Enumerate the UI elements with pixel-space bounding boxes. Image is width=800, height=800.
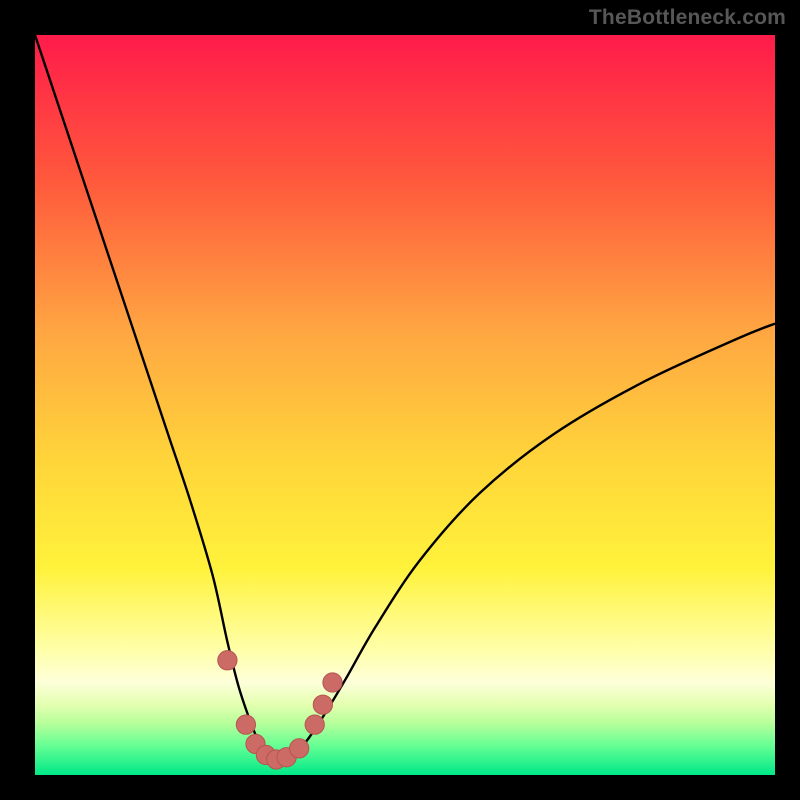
curve-marker xyxy=(236,715,255,734)
plot-area xyxy=(35,35,775,775)
curve-marker xyxy=(323,673,342,692)
plot-svg xyxy=(35,35,775,775)
curve-marker xyxy=(218,651,237,670)
watermark-text: TheBottleneck.com xyxy=(589,6,786,30)
curve-marker xyxy=(313,695,332,714)
curve-marker xyxy=(305,715,324,734)
chart-frame: TheBottleneck.com xyxy=(0,0,800,800)
gradient-background xyxy=(35,35,775,775)
curve-marker xyxy=(290,739,309,758)
